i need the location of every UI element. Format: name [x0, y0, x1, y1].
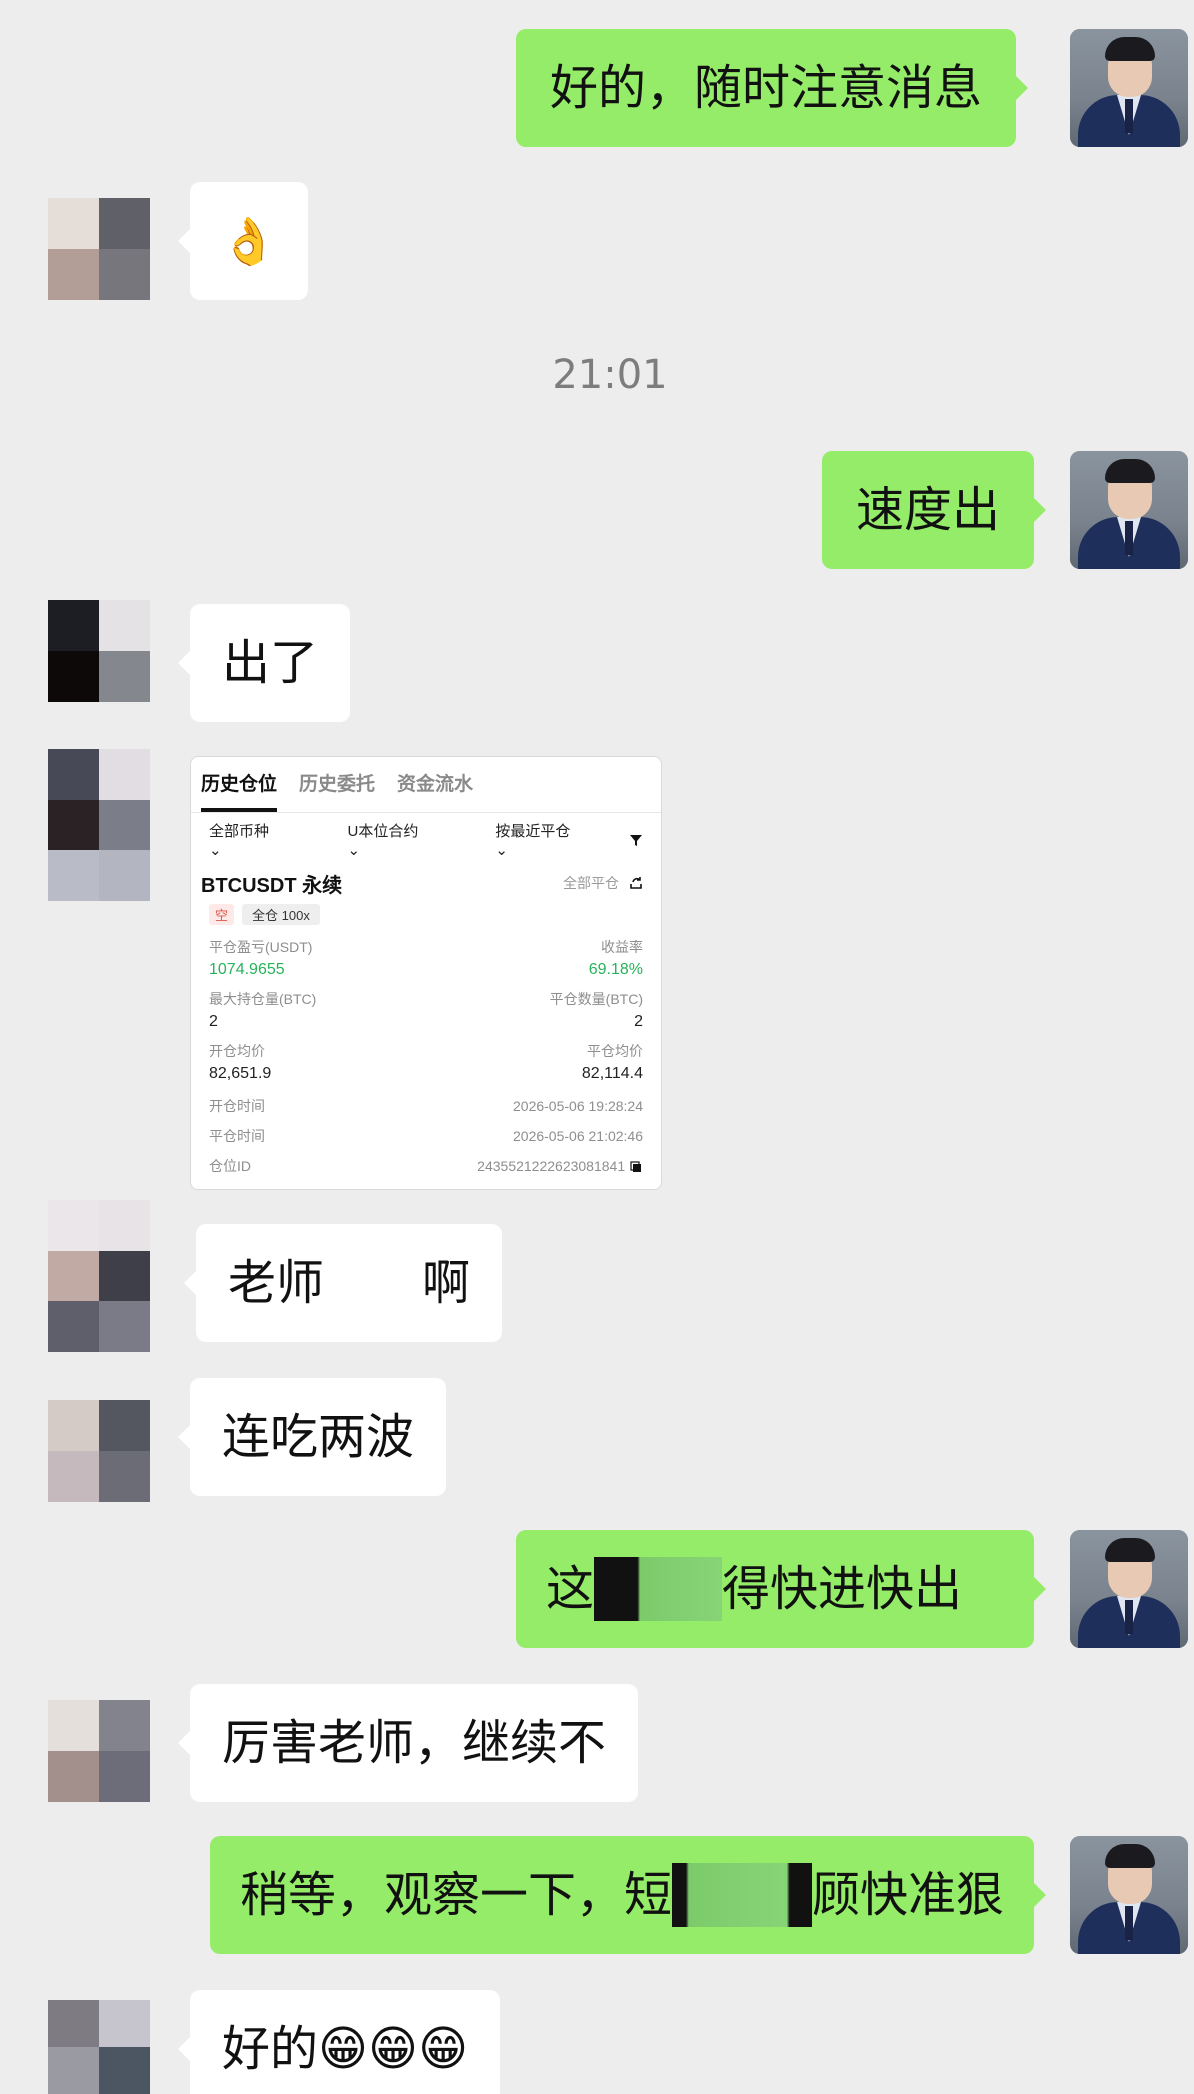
close-avg-value: 82,114.4	[581, 1065, 643, 1082]
pnl-label: 平仓盈亏(USDT)	[209, 939, 313, 955]
trade-screenshot-image[interactable]: 历史仓位 历史委托 资金流水 全部币种 ⌄ U本位合约 ⌄ 按最近平仓 ⌄ BT…	[190, 756, 662, 1190]
message-text-right: 顾快准狠	[812, 1867, 1005, 1923]
open-time-label: 开仓时间	[209, 1098, 265, 1114]
message-text-left: 稍等，观察一下，短	[240, 1867, 673, 1923]
filter-contract: U本位合约 ⌄	[347, 822, 419, 859]
close-time-value: 2026-05-06 21:02:46	[513, 1128, 643, 1144]
message-bubble-received[interactable]: 出了	[177, 604, 351, 722]
message-text-left: 老师	[228, 1255, 325, 1311]
message-bubble-received[interactable]: 连吃两波	[177, 1378, 447, 1496]
close-time-label: 平仓时间	[209, 1128, 265, 1144]
message-bubble-sent[interactable]: 这 得快进快出	[516, 1530, 1046, 1648]
chevron-down-icon: ⌄	[347, 841, 361, 859]
message-text: 好的，随时注意消息	[550, 60, 983, 116]
chevron-down-icon: ⌄	[495, 841, 508, 859]
message-bubble-sent[interactable]: 稍等，观察一下，短 顾快准狠	[210, 1836, 1046, 1954]
tab-fund-flow: 资金流水	[397, 774, 474, 795]
self-avatar[interactable]	[1070, 451, 1188, 569]
contact-avatar[interactable]	[48, 1200, 150, 1352]
share-icon	[629, 874, 643, 892]
message-bubble-received[interactable]: 好的😁😁😁	[177, 1990, 501, 2094]
copy-icon	[629, 1158, 643, 1174]
open-time-value: 2026-05-06 19:28:24	[513, 1098, 643, 1114]
chevron-down-icon: ⌄	[209, 841, 222, 859]
message-text: 好的😁😁😁	[222, 2021, 469, 2077]
roi-value: 69.18%	[588, 961, 643, 978]
chat-timestamp: 21:01	[552, 352, 668, 398]
max-hold-value: 2	[209, 1013, 218, 1030]
message-text: 厉害老师，继续不	[222, 1715, 607, 1771]
trade-filters: 全部币种 ⌄ U本位合约 ⌄ 按最近平仓 ⌄	[191, 813, 661, 865]
filter-sort: 按最近平仓 ⌄	[495, 822, 571, 859]
open-avg-label: 开仓均价	[209, 1043, 265, 1059]
tab-history-orders: 历史委托	[299, 774, 376, 795]
filter-coin: 全部币种 ⌄	[209, 822, 270, 859]
position-id-value: 2435521222623081841	[477, 1157, 626, 1174]
message-bubble-received[interactable]: 👌	[178, 182, 308, 300]
trade-tabs: 历史仓位 历史委托 资金流水	[191, 757, 661, 813]
contact-avatar[interactable]	[48, 1700, 150, 1802]
trade-symbol: BTCUSDT 永续	[201, 874, 343, 897]
message-text-left: 这	[546, 1561, 595, 1617]
redaction-blur	[594, 1557, 723, 1621]
message-bubble-received[interactable]: 厉害老师，继续不	[177, 1684, 639, 1802]
close-qty-value: 2	[634, 1013, 643, 1030]
self-avatar[interactable]	[1070, 1836, 1188, 1954]
contact-avatar[interactable]	[48, 600, 150, 702]
message-text: 出了	[222, 635, 319, 691]
message-text-right: 得快进快出	[722, 1561, 963, 1617]
redaction-blur	[672, 1863, 813, 1927]
message-text-right: 啊	[421, 1255, 470, 1311]
message-text: 连吃两波	[222, 1409, 415, 1465]
open-avg-value: 82,651.9	[209, 1065, 272, 1082]
close-all-label: 全部平仓	[563, 875, 619, 891]
ok-hand-emoji: 👌	[220, 214, 278, 268]
self-avatar[interactable]	[1070, 29, 1188, 147]
message-bubble-sent[interactable]: 好的，随时注意消息	[516, 29, 1029, 147]
contact-avatar[interactable]	[48, 749, 150, 901]
side-tag: 空	[209, 903, 235, 925]
message-bubble-sent[interactable]: 速度出	[822, 451, 1047, 569]
contact-avatar[interactable]	[48, 2000, 150, 2094]
leverage-tag: 全仓 100x	[242, 903, 320, 925]
max-hold-label: 最大持仓量(BTC)	[209, 991, 317, 1007]
self-avatar[interactable]	[1070, 1530, 1188, 1648]
message-text: 速度出	[856, 482, 1001, 538]
roi-label: 收益率	[601, 939, 643, 955]
close-qty-label: 平仓数量(BTC)	[549, 991, 643, 1007]
redaction-blur	[324, 1248, 422, 1318]
close-avg-label: 平仓均价	[587, 1043, 643, 1059]
contact-avatar[interactable]	[48, 198, 150, 300]
message-bubble-received[interactable]: 老师 啊	[184, 1224, 502, 1342]
pnl-value: 1074.9655	[209, 961, 285, 978]
filter-icon	[629, 831, 643, 848]
tab-history-position: 历史仓位	[201, 769, 278, 812]
contact-avatar[interactable]	[48, 1400, 150, 1502]
position-id-label: 仓位ID	[209, 1158, 251, 1174]
